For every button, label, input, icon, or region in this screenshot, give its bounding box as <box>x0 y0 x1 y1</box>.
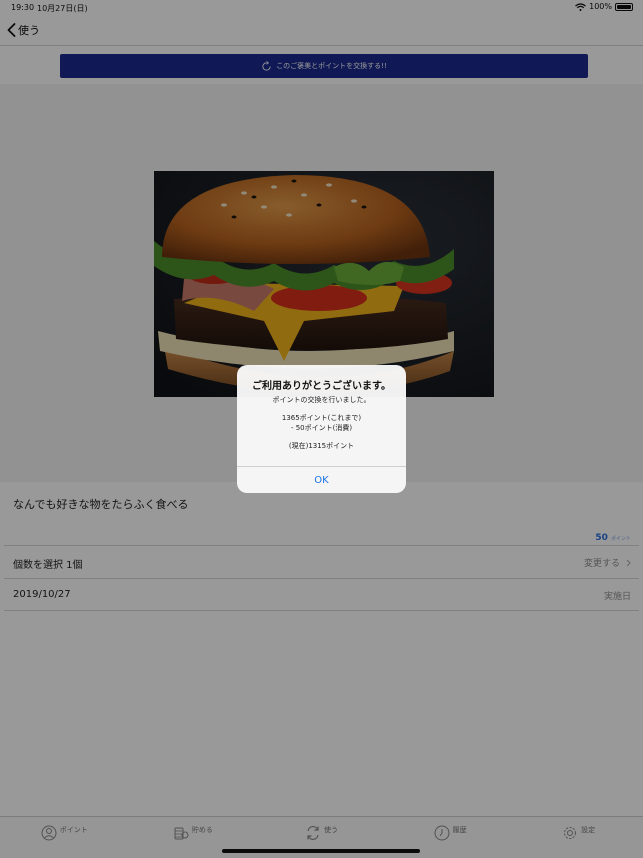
alert-points-now: (現在)1315ポイント <box>288 442 355 450</box>
alert-title: ご利用ありがとうございます。 <box>252 381 391 392</box>
alert-message-line: ポイントの交換を行いました。 <box>272 396 371 404</box>
alert-points-spent: - 50ポイント(消費) <box>290 424 353 432</box>
alert-message: ポイントの交換を行いました。 1365ポイント(これまで) - 50ポイント(消… <box>237 395 406 451</box>
ok-button[interactable]: OK <box>237 466 406 493</box>
alert-points-before: 1365ポイント(これまで) <box>281 414 362 422</box>
alert-dialog: ご利用ありがとうございます。 ポイントの交換を行いました。 1365ポイント(こ… <box>237 365 406 493</box>
